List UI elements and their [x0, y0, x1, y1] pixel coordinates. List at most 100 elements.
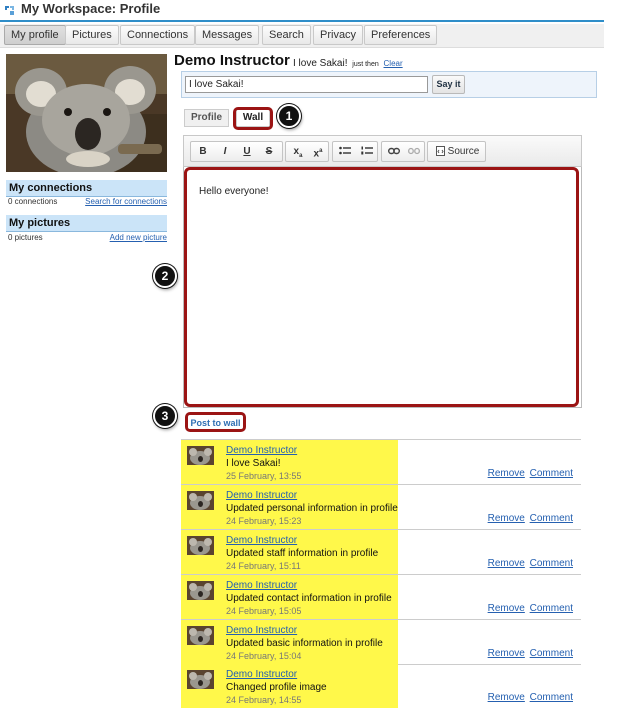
pictures-count: 0 pictures: [8, 233, 43, 242]
wall-item-message: Changed profile image: [226, 682, 327, 693]
source-group: Source: [427, 141, 486, 162]
wall-item-message: Updated personal information in profile: [226, 503, 398, 514]
unlink-icon[interactable]: [404, 142, 424, 161]
nav-connections[interactable]: Connections: [120, 25, 196, 45]
say-it-button[interactable]: Say it: [432, 75, 465, 94]
wall-item: Demo Instructor I love Sakai! 25 Februar…: [181, 440, 581, 484]
italic-button[interactable]: I: [215, 142, 235, 161]
bulleted-list-icon[interactable]: [335, 142, 355, 161]
wall-item-actions: Remove Comment: [486, 513, 573, 524]
wall-item-actions: Remove Comment: [486, 558, 573, 569]
status-time: just then: [352, 61, 379, 68]
source-button[interactable]: Source: [430, 142, 485, 161]
wall-item-time: 24 February, 15:23: [226, 516, 302, 526]
nav-messages[interactable]: Messages: [195, 25, 260, 45]
comment-link[interactable]: Comment: [530, 648, 573, 659]
superscript-button[interactable]: xa: [308, 142, 328, 161]
wall-item: Demo Instructor Updated staff informatio…: [181, 530, 581, 574]
wall-item-time: 24 February, 15:11: [226, 561, 301, 571]
wall-item-actions: Remove Comment: [486, 648, 573, 659]
wall-item-message: Updated basic information in profile: [226, 638, 383, 649]
wall-item-actions: Remove Comment: [486, 692, 573, 703]
remove-link[interactable]: Remove: [488, 558, 525, 569]
pictures-row: 0 pictures Add new picture: [6, 233, 167, 244]
wall-item: Demo Instructor Updated contact informat…: [181, 575, 581, 619]
callout-1: 1: [277, 104, 301, 128]
tab-profile[interactable]: Profile: [184, 109, 229, 127]
wall-item-avatar: [187, 536, 214, 555]
link-group: [381, 141, 425, 162]
status-text: I love Sakai!: [293, 58, 348, 69]
pictures-heading: My pictures: [6, 215, 167, 232]
wall-item-author[interactable]: Demo Instructor: [226, 535, 297, 546]
wall-item-author[interactable]: Demo Instructor: [226, 490, 297, 501]
wall-item-message: Updated contact information in profile: [226, 593, 392, 604]
nav-my-profile[interactable]: My profile: [4, 25, 66, 45]
strike-button[interactable]: S: [259, 142, 279, 161]
source-label: Source: [447, 146, 480, 157]
remove-link[interactable]: Remove: [488, 468, 525, 479]
wall-item-author[interactable]: Demo Instructor: [226, 580, 297, 591]
workspace-icon: [5, 6, 14, 15]
wall-item-avatar: [187, 491, 214, 510]
link-icon[interactable]: [384, 142, 404, 161]
wall-item-author[interactable]: Demo Instructor: [226, 445, 297, 456]
status-input[interactable]: [185, 76, 428, 93]
format-group: B I U S: [190, 141, 283, 162]
script-group: xa xa: [285, 141, 329, 162]
wall-tab-highlight: [233, 107, 273, 130]
wall-item: Demo Instructor Changed profile image 24…: [181, 664, 581, 708]
tool-nav: My profile Pictures Connections Messages…: [0, 24, 604, 48]
callout-2: 2: [153, 264, 177, 288]
wall-post-content: Hello everyone!: [199, 186, 269, 197]
nav-search[interactable]: Search: [262, 25, 311, 45]
wall-item-time: 24 February, 14:55: [226, 695, 302, 705]
source-icon: [435, 146, 445, 157]
status-line: I love Sakai! just then Clear: [293, 58, 403, 69]
nav-privacy[interactable]: Privacy: [313, 25, 364, 45]
clear-status-link[interactable]: Clear: [384, 59, 403, 68]
remove-link[interactable]: Remove: [488, 648, 525, 659]
wall-item-avatar: [187, 670, 214, 689]
nav-preferences[interactable]: Preferences: [364, 25, 438, 45]
wall-item-avatar: [187, 446, 214, 465]
wall-item-message: Updated staff information in profile: [226, 548, 379, 559]
wall-item-author[interactable]: Demo Instructor: [226, 669, 297, 680]
remove-link[interactable]: Remove: [488, 603, 525, 614]
wall-item-time: 25 February, 13:55: [226, 471, 302, 481]
post-to-wall-button[interactable]: Post to wall: [185, 412, 246, 432]
remove-link[interactable]: Remove: [488, 513, 525, 524]
comment-link[interactable]: Comment: [530, 513, 573, 524]
wall-item-author[interactable]: Demo Instructor: [226, 625, 297, 636]
wall-item-avatar: [187, 626, 214, 645]
connections-heading: My connections: [6, 180, 167, 197]
remove-link[interactable]: Remove: [488, 692, 525, 703]
wall-item: Demo Instructor Updated personal informa…: [181, 485, 581, 529]
add-picture-link[interactable]: Add new picture: [110, 233, 167, 242]
underline-button[interactable]: U: [237, 142, 257, 161]
callout-3: 3: [153, 404, 177, 428]
subscript-button[interactable]: xa: [288, 142, 308, 161]
nav-pictures[interactable]: Pictures: [65, 25, 119, 45]
wall-item: Demo Instructor Updated basic informatio…: [181, 620, 581, 664]
profile-picture: [6, 54, 167, 172]
wall-post-textarea[interactable]: [184, 167, 579, 407]
wall-item-avatar: [187, 581, 214, 600]
editor-toolbar: B I U S xa xa Source: [183, 135, 582, 167]
wall-item-time: 24 February, 15:04: [226, 651, 302, 661]
comment-link[interactable]: Comment: [530, 603, 573, 614]
search-connections-link[interactable]: Search for connections: [85, 197, 167, 206]
numbered-list-icon[interactable]: [357, 142, 377, 161]
comment-link[interactable]: Comment: [530, 692, 573, 703]
bold-button[interactable]: B: [193, 142, 213, 161]
connections-count: 0 connections: [8, 197, 58, 206]
comment-link[interactable]: Comment: [530, 468, 573, 479]
comment-link[interactable]: Comment: [530, 558, 573, 569]
wall-item-actions: Remove Comment: [486, 603, 573, 614]
koala-image: [6, 54, 167, 172]
title-bar: My Workspace: Profile: [0, 0, 604, 22]
connections-row: 0 connections Search for connections: [6, 197, 167, 208]
wall-item-message: I love Sakai!: [226, 458, 281, 469]
list-group: [332, 141, 378, 162]
profile-name: Demo Instructor: [174, 52, 290, 69]
